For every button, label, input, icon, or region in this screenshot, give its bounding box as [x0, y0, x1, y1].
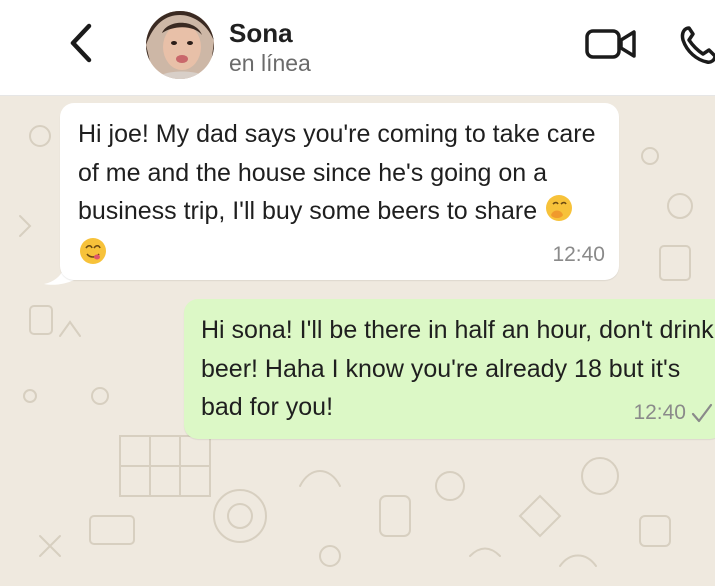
contact-status: en línea [229, 50, 311, 76]
message-bubble-outgoing[interactable]: Hi sona! I'll be there in half an hour, … [184, 299, 715, 439]
contact-photo [146, 11, 214, 79]
contact-name[interactable]: Sona [229, 17, 293, 49]
message-time: 12:40 [633, 401, 686, 424]
message-text: Hi joe! My dad says you're coming to tak… [78, 120, 596, 225]
single-check-icon [691, 403, 713, 423]
video-call-button[interactable] [580, 22, 642, 66]
back-arrow-icon [70, 23, 92, 63]
video-call-icon [585, 29, 636, 59]
chat-area[interactable]: Hi joe! My dad says you're coming to tak… [0, 96, 715, 586]
chat-header: Sona en línea [0, 0, 715, 96]
savoring-food-emoji [78, 236, 108, 278]
voice-call-button[interactable] [675, 20, 715, 68]
message-time: 12:40 [552, 243, 605, 266]
avatar[interactable] [146, 11, 214, 79]
message-bubble-incoming[interactable]: Hi joe! My dad says you're coming to tak… [60, 103, 619, 280]
phone-icon [680, 26, 715, 64]
back-button[interactable] [55, 18, 105, 68]
hand-over-mouth-emoji [544, 193, 574, 235]
